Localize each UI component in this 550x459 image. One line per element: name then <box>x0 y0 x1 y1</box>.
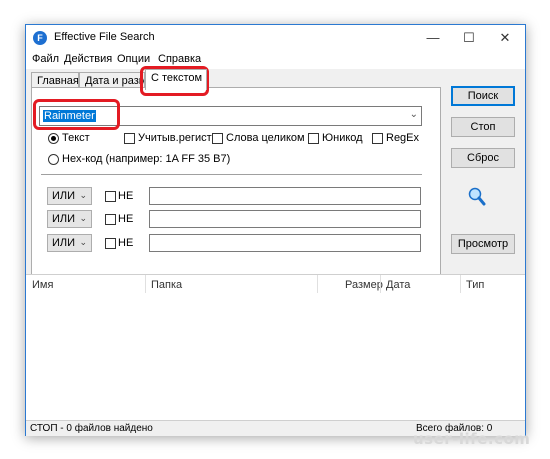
radio-text-label: Текст <box>62 132 90 144</box>
chevron-down-icon: ⌄ <box>79 190 87 200</box>
chevron-down-icon: ⌄ <box>79 237 87 247</box>
status-text: СТОП - 0 файлов найдено <box>30 423 153 434</box>
condition-op-value: ИЛИ <box>52 190 76 202</box>
column-type[interactable]: Тип <box>466 279 484 291</box>
column-divider[interactable] <box>380 275 381 293</box>
chevron-down-icon[interactable]: ⌄ <box>410 109 418 120</box>
maximize-button[interactable]: ☐ <box>453 25 485 51</box>
stop-button[interactable]: Стоп <box>451 117 515 137</box>
condition-not-label: НЕ <box>118 213 134 225</box>
preview-button[interactable]: Просмотр <box>451 234 515 254</box>
menu-options[interactable]: Опции <box>117 53 150 65</box>
watermark: user-life.com <box>413 430 531 448</box>
menu-help[interactable]: Справка <box>158 53 201 65</box>
search-highlight-box <box>33 99 120 130</box>
checkbox-case[interactable] <box>124 133 135 144</box>
checkbox-whole-words[interactable] <box>212 133 223 144</box>
checkbox-unicode-label: Юникод <box>322 132 363 144</box>
radio-hex[interactable] <box>48 154 59 165</box>
window-title: Effective File Search <box>54 31 155 43</box>
reset-button[interactable]: Сброс <box>451 148 515 168</box>
menu-actions[interactable]: Действия <box>64 53 112 65</box>
condition-text-input[interactable] <box>149 234 421 252</box>
condition-text-input[interactable] <box>149 210 421 228</box>
checkbox-whole-words-label: Слова целиком <box>226 132 305 144</box>
condition-op-value: ИЛИ <box>52 213 76 225</box>
checkbox-unicode[interactable] <box>308 133 319 144</box>
radio-text[interactable] <box>48 133 59 144</box>
column-size[interactable]: Размер <box>345 279 383 291</box>
condition-not-checkbox[interactable] <box>105 238 116 249</box>
divider <box>41 174 422 175</box>
condition-op-select[interactable]: ИЛИ ⌄ <box>47 187 92 205</box>
results-list[interactable]: Имя Папка Размер Дата Тип <box>26 274 525 420</box>
magnifier-icon <box>468 187 486 206</box>
chevron-down-icon: ⌄ <box>79 213 87 223</box>
menu-bar: Файл Действия Опции Справка <box>26 51 525 69</box>
title-bar: F Effective File Search — ☐ ✕ <box>26 25 525 51</box>
condition-not-checkbox[interactable] <box>105 191 116 202</box>
minimize-button[interactable]: — <box>417 25 449 51</box>
condition-op-select[interactable]: ИЛИ ⌄ <box>47 234 92 252</box>
search-button[interactable]: Поиск <box>451 86 515 106</box>
column-name[interactable]: Имя <box>32 279 53 291</box>
column-divider[interactable] <box>317 275 318 293</box>
column-divider[interactable] <box>460 275 461 293</box>
column-divider[interactable] <box>145 275 146 293</box>
condition-op-value: ИЛИ <box>52 237 76 249</box>
checkbox-case-label: Учитыв.регистр <box>138 132 218 144</box>
condition-text-input[interactable] <box>149 187 421 205</box>
column-folder[interactable]: Папка <box>151 279 182 291</box>
condition-not-label: НЕ <box>118 190 134 202</box>
column-date[interactable]: Дата <box>386 279 410 291</box>
checkbox-regex[interactable] <box>372 133 383 144</box>
radio-hex-label: Hex-код (например: 1A FF 35 B7) <box>62 153 231 165</box>
condition-op-select[interactable]: ИЛИ ⌄ <box>47 210 92 228</box>
condition-not-checkbox[interactable] <box>105 214 116 225</box>
app-icon: F <box>33 31 47 45</box>
tab-with-text[interactable]: С текстом <box>145 69 207 90</box>
app-window: F Effective File Search — ☐ ✕ Файл Дейст… <box>25 24 526 436</box>
condition-not-label: НЕ <box>118 237 134 249</box>
close-button[interactable]: ✕ <box>489 25 521 51</box>
menu-file[interactable]: Файл <box>32 53 59 65</box>
checkbox-regex-label: RegEx <box>386 132 420 144</box>
